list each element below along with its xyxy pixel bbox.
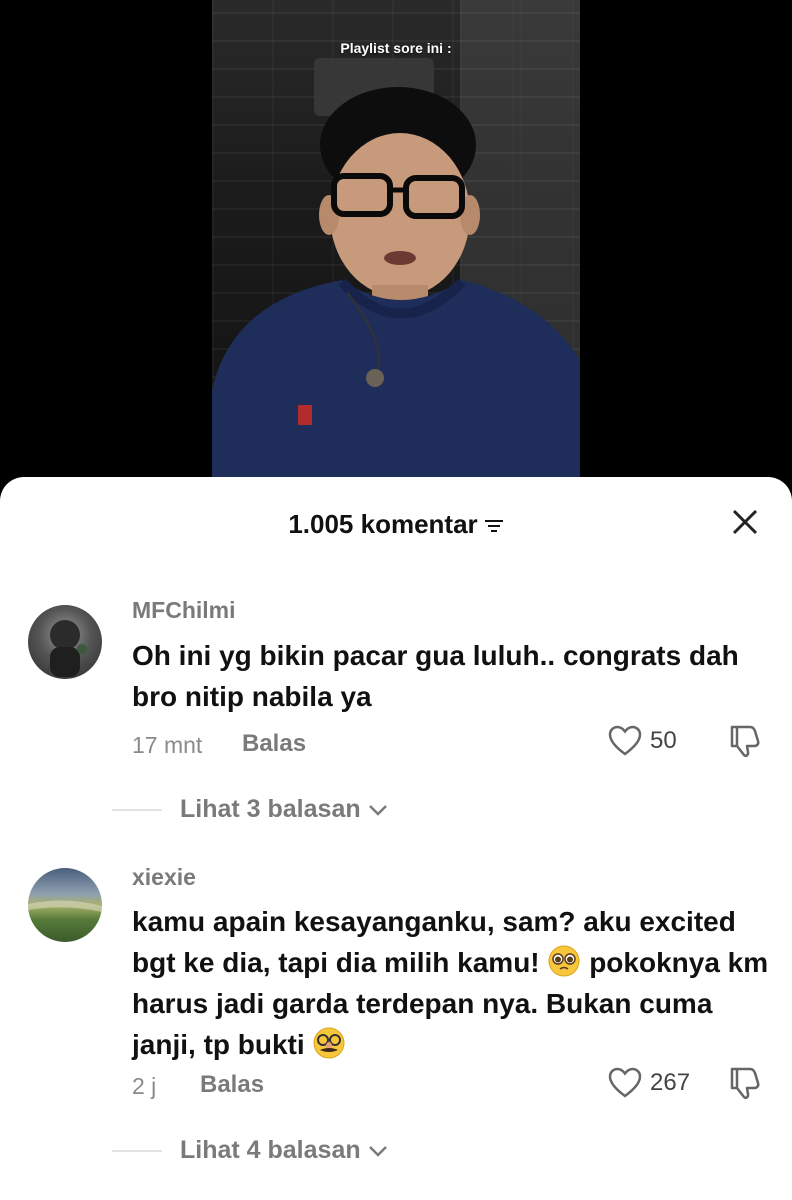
comment-text: Oh ini yg bikin pacar gua luluh.. congra… <box>132 640 739 712</box>
thumbs-down-icon[interactable] <box>726 1065 762 1101</box>
disguised-face-emoji <box>313 1027 345 1059</box>
view-replies-label: Lihat 3 balasan <box>180 795 361 823</box>
like-button[interactable]: 50 <box>608 725 677 757</box>
avatar-image <box>50 620 87 677</box>
view-replies-button[interactable]: Lihat 3 balasan <box>112 795 389 824</box>
filter-icon[interactable] <box>484 518 504 534</box>
comment-username[interactable]: xiexie <box>132 864 196 891</box>
video-player[interactable]: Playlist sore ini : <box>0 0 792 520</box>
comment-time: 2 j <box>132 1073 157 1099</box>
reply-button[interactable]: Balas <box>200 1071 264 1099</box>
video-caption: Playlist sore ini : <box>340 40 452 56</box>
sheet-header: 1.005 komentar <box>0 503 792 543</box>
pleading-face-emoji <box>548 945 580 977</box>
close-icon[interactable] <box>728 505 762 539</box>
view-replies-label: Lihat 4 balasan <box>180 1136 361 1164</box>
avatar-image <box>28 900 102 912</box>
chevron-down-icon <box>368 1145 387 1157</box>
like-count: 267 <box>650 1069 691 1096</box>
view-replies-button[interactable]: Lihat 4 balasan <box>112 1136 389 1165</box>
chevron-down-icon <box>368 804 387 816</box>
thumbs-down-icon[interactable] <box>726 723 762 759</box>
video-frame[interactable]: Playlist sore ini : <box>212 0 580 490</box>
comment-username[interactable]: MFChilmi <box>132 597 236 624</box>
avatar[interactable] <box>28 868 102 942</box>
heart-icon <box>608 1067 642 1098</box>
comment-text: kamu apain kesayanganku, sam? aku excite… <box>132 901 772 1065</box>
like-button[interactable]: 267 <box>608 1067 690 1099</box>
comments-title: 1.005 komentar <box>0 509 792 540</box>
reply-button[interactable]: Balas <box>242 730 306 758</box>
heart-icon <box>608 725 642 756</box>
like-count: 50 <box>650 727 677 754</box>
person-in-video <box>212 87 580 490</box>
reply-thread-line <box>112 1149 162 1152</box>
reply-thread-line <box>112 808 162 811</box>
avatar[interactable] <box>28 605 102 679</box>
comments-sheet: 1.005 komentar MFChilmi Oh ini yg bikin … <box>0 477 792 1200</box>
comment-time: 17 mnt <box>132 732 203 758</box>
comments-count: 1.005 komentar <box>288 509 478 539</box>
